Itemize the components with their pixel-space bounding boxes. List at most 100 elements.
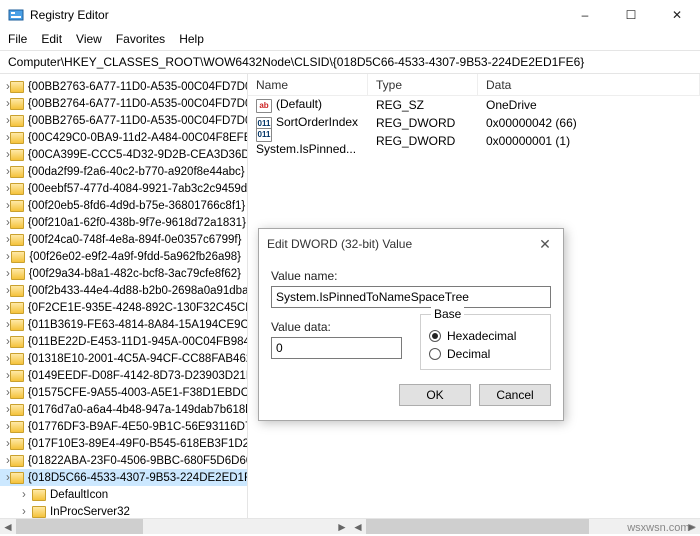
tree-item[interactable]: ›{00f210a1-62f0-438b-9f7e-9618d72a1831} — [0, 214, 247, 231]
value-data-input[interactable] — [271, 337, 402, 359]
value-data: OneDrive — [478, 98, 700, 112]
tree-item[interactable]: ›{01776DF3-B9AF-4E50-9B1C-56E93116D704} — [0, 418, 247, 435]
folder-icon — [10, 166, 24, 178]
tree-item[interactable]: ›{00da2f99-f2a6-40c2-b770-a920f8e44abc} — [0, 163, 247, 180]
value-name-input[interactable] — [271, 286, 551, 308]
radio-hex-label: Hexadecimal — [447, 329, 516, 343]
tree-subitem[interactable]: ›DefaultIcon — [0, 486, 247, 503]
regedit-icon — [8, 7, 24, 23]
radio-icon — [429, 330, 441, 342]
tree-item[interactable]: ›{00C429C0-0BA9-11d2-A484-00C04F8EFB69} — [0, 129, 247, 146]
tree-item-label: {01822ABA-23F0-4506-9BBC-680F5D6D606C} — [28, 455, 248, 467]
tree-item[interactable]: ›{00CA399E-CCC5-4D32-9D2B-CEA3D36DC9E4} — [0, 146, 247, 163]
tree-item[interactable]: ›{0176d7a0-a6a4-4b48-947a-149dab7b618b} — [0, 401, 247, 418]
base-fieldset: Base Hexadecimal Decimal — [420, 314, 551, 370]
tree-item[interactable]: ›{01318E10-2001-4C5A-94CF-CC88FAB46249} — [0, 350, 247, 367]
ok-button[interactable]: OK — [399, 384, 471, 406]
value-data-label: Value data: — [271, 320, 402, 334]
chevron-right-icon: › — [22, 506, 32, 518]
scroll-thumb[interactable] — [16, 519, 143, 534]
value-name-label: Value name: — [271, 269, 551, 283]
window-title: Registry Editor — [30, 8, 109, 22]
tree-item-label: {00BB2763-6A77-11D0-A535-00C04FD7D062} — [28, 81, 248, 93]
dialog-title: Edit DWORD (32-bit) Value — [267, 237, 412, 251]
tree-item[interactable]: ›{011BE22D-E453-11D1-945A-00C04FB984F9} — [0, 333, 247, 350]
maximize-button[interactable]: ☐ — [608, 0, 654, 30]
tree-item-label: {018D5C66-4533-4307-9B53-224DE2ED1FE6} — [28, 472, 248, 484]
folder-icon — [10, 336, 24, 348]
tree-item[interactable]: ›{0149EEDF-D08F-4142-8D73-D23903D21E90} — [0, 367, 247, 384]
tree-item[interactable]: ›{011B3619-FE63-4814-8A84-15A194CE9CE3} — [0, 316, 247, 333]
folder-icon — [10, 319, 24, 331]
radio-hex[interactable]: Hexadecimal — [429, 329, 542, 343]
tree-item[interactable]: ›{0F2CE1E-935E-4248-892C-130F32C45CB4} — [0, 299, 247, 316]
tree-item[interactable]: ›{00BB2764-6A77-11D0-A535-00C04FD7D062} — [0, 95, 247, 112]
folder-icon — [10, 370, 24, 382]
value-type: REG_SZ — [368, 98, 478, 112]
folder-icon — [11, 251, 25, 263]
menu-edit[interactable]: Edit — [41, 32, 62, 46]
scroll-left-icon-2[interactable]: ◄ — [350, 519, 366, 534]
list-row[interactable]: ab(Default)REG_SZOneDrive — [248, 96, 700, 114]
tree-item[interactable]: ›{00eebf57-477d-4084-9921-7ab3c2c9459d} — [0, 180, 247, 197]
folder-icon — [10, 200, 24, 212]
hscroll: ◄ ► ◄ ► — [0, 518, 700, 534]
menu-help[interactable]: Help — [179, 32, 204, 46]
tree-item[interactable]: ›{00BB2763-6A77-11D0-A535-00C04FD7D062} — [0, 78, 247, 95]
folder-icon — [32, 506, 46, 518]
tree-item-label: {011BE22D-E453-11D1-945A-00C04FB984F9} — [28, 336, 248, 348]
radio-dec-label: Decimal — [447, 347, 490, 361]
tree-item[interactable]: ›{00f2b433-44e4-4d88-b2b0-2698a0a91dba} — [0, 282, 247, 299]
folder-icon — [10, 98, 24, 110]
menu-favorites[interactable]: Favorites — [116, 32, 165, 46]
folder-icon — [10, 455, 24, 467]
scroll-left-icon[interactable]: ◄ — [0, 519, 16, 534]
folder-icon — [10, 183, 24, 195]
folder-icon — [32, 489, 46, 501]
tree-item[interactable]: ›{01575CFE-9A55-4003-A5E1-F38D1EBDCBE1} — [0, 384, 247, 401]
tree-item[interactable]: ›{017F10E3-89E4-49F0-B545-618EB3F1D27C} — [0, 435, 247, 452]
tree-pane[interactable]: ›{00BB2763-6A77-11D0-A535-00C04FD7D062}›… — [0, 74, 248, 518]
tree-item[interactable]: ›{00f29a34-b8a1-482c-bcf8-3ac79cfe8f62} — [0, 265, 247, 282]
tree-item-label: {017F10E3-89E4-49F0-B545-618EB3F1D27C} — [28, 438, 248, 450]
tree-subitem[interactable]: ›InProcServer32 — [0, 503, 247, 518]
tree-item-label: {0F2CE1E-935E-4248-892C-130F32C45CB4} — [28, 302, 248, 314]
col-name[interactable]: Name — [248, 74, 368, 95]
tree-item[interactable]: ›{00f26e02-e9f2-4a9f-9fdd-5a962fb26a98} — [0, 248, 247, 265]
tree-item[interactable]: ›{00f20eb5-8fd6-4d9d-b75e-36801766c8f1} — [0, 197, 247, 214]
tree-item-label: {0149EEDF-D08F-4142-8D73-D23903D21E90} — [28, 370, 248, 382]
tree-item[interactable]: ›{00f24ca0-748f-4e8a-894f-0e0357c6799f} — [0, 231, 247, 248]
watermark: wsxwsn.com> — [627, 522, 696, 534]
close-button[interactable]: ✕ — [654, 0, 700, 30]
tree-item-label: {00f210a1-62f0-438b-9f7e-9618d72a1831} — [28, 217, 246, 229]
menu-file[interactable]: File — [8, 32, 27, 46]
col-type[interactable]: Type — [368, 74, 478, 95]
tree-item[interactable]: ›{018D5C66-4533-4307-9B53-224DE2ED1FE6} — [0, 469, 247, 486]
scroll-track-left[interactable] — [16, 519, 334, 534]
list-row[interactable]: 011System.IsPinned...REG_DWORD0x00000001… — [248, 132, 700, 150]
menu-view[interactable]: View — [76, 32, 102, 46]
col-data[interactable]: Data — [478, 74, 700, 95]
minimize-button[interactable]: – — [562, 0, 608, 30]
tree-item-label: {00f29a34-b8a1-482c-bcf8-3ac79cfe8f62} — [29, 268, 241, 280]
tree-item[interactable]: ›{01822ABA-23F0-4506-9BBC-680F5D6D606C} — [0, 452, 247, 469]
scroll-thumb[interactable] — [366, 519, 589, 534]
radio-icon — [429, 348, 441, 360]
address-bar[interactable]: Computer\HKEY_CLASSES_ROOT\WOW6432Node\C… — [0, 50, 700, 74]
radio-dec[interactable]: Decimal — [429, 347, 542, 361]
tree-item[interactable]: ›{00BB2765-6A77-11D0-A535-00C04FD7D062} — [0, 112, 247, 129]
dialog-close-icon[interactable]: ✕ — [535, 235, 555, 253]
cancel-button[interactable]: Cancel — [479, 384, 551, 406]
scroll-right-icon[interactable]: ► — [334, 519, 350, 534]
tree-item-label: {01318E10-2001-4C5A-94CF-CC88FAB46249} — [28, 353, 248, 365]
base-legend: Base — [431, 307, 464, 321]
folder-icon — [10, 353, 24, 365]
folder-icon — [10, 149, 24, 161]
folder-icon — [10, 115, 24, 127]
value-data: 0x00000001 (1) — [478, 134, 700, 148]
value-name: System.IsPinned... — [256, 142, 356, 156]
tree-item-label: {01776DF3-B9AF-4E50-9B1C-56E93116D704} — [28, 421, 248, 433]
titlebar: Registry Editor – ☐ ✕ — [0, 0, 700, 30]
tree-item-label: {00BB2764-6A77-11D0-A535-00C04FD7D062} — [28, 98, 248, 110]
folder-icon — [11, 268, 25, 280]
